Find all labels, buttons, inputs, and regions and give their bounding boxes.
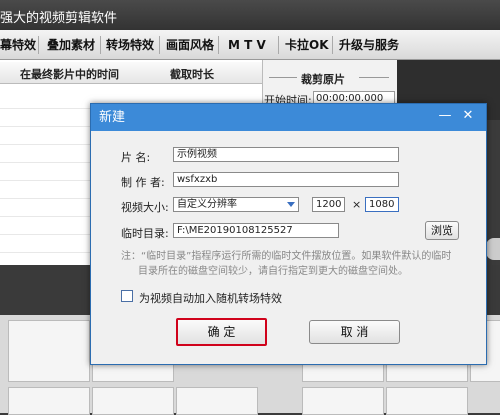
height-input[interactable]: 1080 (365, 197, 399, 212)
size-label: 视频大小: (121, 201, 169, 214)
name-input[interactable]: 示例视频 (173, 147, 399, 162)
menu-overlay-material[interactable]: 叠加素材 (47, 30, 95, 60)
menu-mtv[interactable]: M T V (228, 30, 266, 60)
ok-button[interactable]: 确 定 (176, 318, 267, 346)
column-final-time: 在最终影片中的时间 (20, 68, 119, 81)
crop-title: 裁剪原片 (301, 73, 345, 86)
chevron-down-icon (287, 202, 295, 207)
temp-dir-input[interactable]: F:\ME20190108125527 (173, 223, 339, 238)
app-title: 强大的视频剪辑软件 (0, 11, 118, 26)
author-input[interactable]: wsfxzxb (173, 172, 399, 187)
browse-button[interactable]: 浏览 (425, 221, 459, 240)
minimize-icon[interactable]: — (436, 107, 454, 125)
close-icon[interactable]: ✕ (459, 107, 477, 125)
menu-bar: 幕特效 叠加素材 转场特效 画面风格 M T V 卡拉OK 升级与服务 (0, 30, 500, 60)
menu-transition-effects[interactable]: 转场特效 (106, 30, 154, 60)
clip-list-header: 在最终影片中的时间 截取时长 (0, 62, 262, 84)
times-sign: × (352, 198, 362, 211)
menu-picture-style[interactable]: 画面风格 (166, 30, 214, 60)
play-icon[interactable] (486, 238, 500, 260)
menu-karaoke[interactable]: 卡拉OK (285, 30, 329, 60)
column-duration: 截取时长 (170, 68, 214, 81)
dialog-title: 新建 (99, 110, 126, 125)
size-select-value: 自定义分辨率 (177, 199, 237, 210)
menu-subtitle-effects[interactable]: 幕特效 (0, 30, 36, 60)
temp-dir-label: 临时目录: (121, 227, 169, 240)
temp-dir-note-1: 注：“临时目录”指程序运行所需的临时文件摆放位置。如果软件默认的临时 (121, 251, 452, 262)
app-title-bar: 强大的视频剪辑软件 (0, 0, 500, 30)
auto-transition-checkbox[interactable] (121, 290, 133, 302)
menu-upgrade-service[interactable]: 升级与服务 (339, 30, 399, 60)
author-label: 制 作 者: (121, 176, 165, 189)
auto-transition-label: 为视频自动加入随机转场特效 (139, 292, 282, 305)
dialog-title-bar: 新建 — ✕ (91, 104, 486, 131)
new-project-dialog: 新建 — ✕ 片 名: 示例视频 制 作 者: wsfxzxb 视频大小: 自定… (90, 103, 487, 365)
width-input[interactable]: 1200 (312, 197, 345, 212)
size-select[interactable]: 自定义分辨率 (173, 197, 299, 212)
name-label: 片 名: (121, 151, 151, 164)
cancel-button[interactable]: 取 消 (309, 320, 400, 344)
temp-dir-note-2: 目录所在的磁盘空间较少，请自行指定到更大的磁盘空间处。 (138, 266, 408, 277)
